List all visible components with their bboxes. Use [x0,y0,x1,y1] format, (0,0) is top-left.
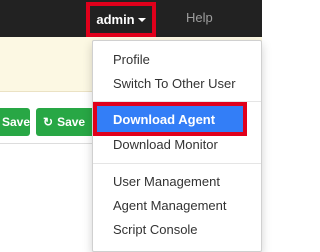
help-link[interactable]: Help [186,10,213,25]
content-divider [0,143,92,144]
menu-item-download-monitor[interactable]: Download Monitor [113,137,218,152]
save-button[interactable]: Save [0,108,30,136]
refresh-icon: ↻ [43,115,54,129]
menu-item-profile[interactable]: Profile [113,52,150,67]
top-navbar: admin Help [0,0,262,37]
menu-item-agent-management[interactable]: Agent Management [113,198,226,213]
admin-dropdown-menu: Profile Switch To Other User Download Ag… [92,40,262,252]
menu-item-switch-user[interactable]: Switch To Other User [113,76,236,91]
menu-divider [93,163,261,164]
menu-item-download-agent[interactable]: Download Agent [93,102,247,136]
admin-menu-toggle[interactable]: admin [86,2,156,37]
menu-item-script-console[interactable]: Script Console [113,222,198,237]
save-with-refresh-label: Save [57,115,86,129]
menu-item-user-management[interactable]: User Management [113,174,220,189]
save-button-label: Save [2,115,31,129]
admin-label: admin [96,12,135,27]
save-with-refresh-button[interactable]: ↻ Save [36,108,98,136]
caret-down-icon [137,17,146,22]
menu-item-download-agent-label: Download Agent [113,111,216,127]
